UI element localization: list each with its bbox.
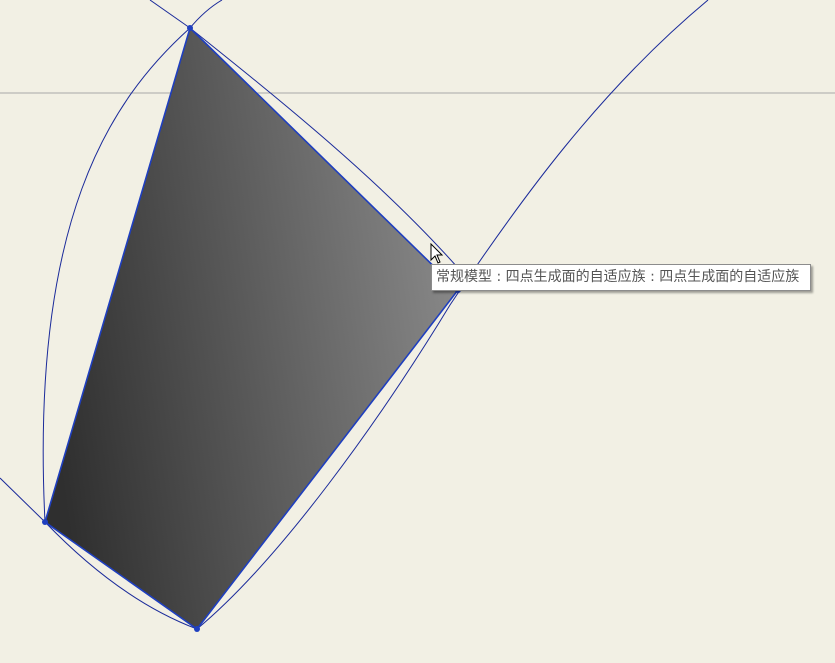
adaptive-point-bottom[interactable] bbox=[194, 626, 200, 632]
spline-curve-top-left[interactable] bbox=[149, 0, 191, 29]
adaptive-point-left[interactable] bbox=[42, 519, 48, 525]
element-tooltip: 常规模型 : 四点生成面的自适应族 : 四点生成面的自适应族 bbox=[431, 264, 811, 291]
adaptive-point-icon[interactable] bbox=[187, 25, 193, 31]
arrow-cursor-icon bbox=[430, 243, 444, 264]
tooltip-text: 常规模型 : 四点生成面的自适应族 : 四点生成面的自适应族 bbox=[436, 269, 800, 285]
adaptive-point-icon[interactable] bbox=[194, 626, 200, 632]
four-point-surface[interactable] bbox=[44, 26, 460, 631]
adaptive-point-icon[interactable] bbox=[42, 519, 48, 525]
spline-curve-top-right[interactable] bbox=[189, 0, 223, 29]
adaptive-point-top[interactable] bbox=[187, 25, 193, 31]
drawing-viewport[interactable] bbox=[0, 0, 835, 663]
